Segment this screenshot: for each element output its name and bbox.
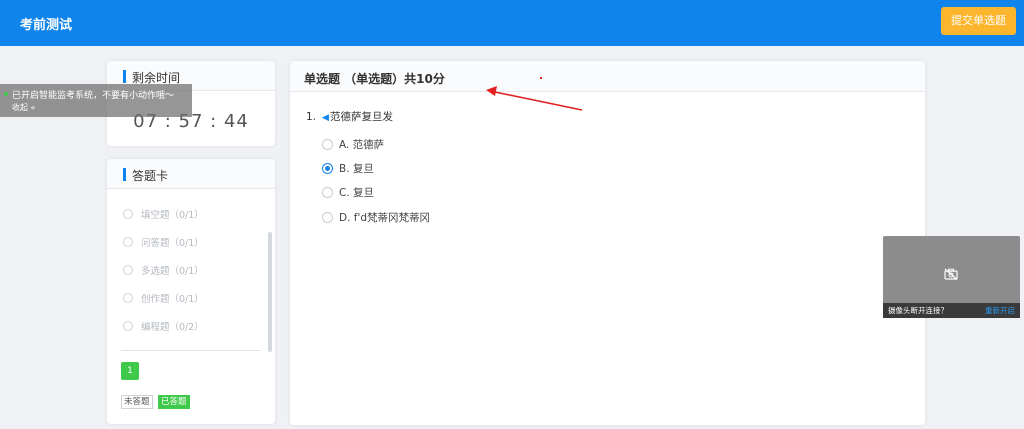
legend-unanswered: 未答题: [121, 395, 153, 409]
section-circle-icon: [123, 237, 133, 247]
radio-button[interactable]: [322, 212, 333, 223]
answer-card-header: 答题卡: [107, 159, 275, 189]
status-dot-icon: [4, 92, 8, 96]
answer-card-scrollbar[interactable]: [268, 232, 272, 352]
section-circle-icon: [123, 321, 133, 331]
section-item-programming[interactable]: 编程题（0/2）: [121, 319, 261, 347]
page-title: 考前测试: [20, 18, 73, 33]
section-item-fill-blank[interactable]: 填空题（0/1）: [121, 207, 261, 235]
question-text: 范德萨复旦发: [329, 111, 393, 123]
collapse-link[interactable]: 收起 «: [12, 102, 35, 113]
camera-restart-link[interactable]: 重新开启: [985, 305, 1015, 316]
option-label: C. 复旦: [339, 187, 375, 199]
radio-button[interactable]: [322, 187, 333, 198]
section-label: 问答题（0/1）: [141, 238, 204, 249]
answer-card-label: 答题卡: [132, 169, 169, 183]
section-circle-icon: [123, 265, 133, 275]
section-item-creative[interactable]: 创作题（0/1）: [121, 291, 261, 319]
monitor-message: 已开启智能监考系统，不要有小动作哦～: [12, 91, 175, 101]
annotation-dot: [540, 77, 542, 79]
section-list: 填空题（0/1） 问答题（0/1） 多选题（0/1） 创作题（0/1） 编程题（…: [121, 207, 261, 347]
top-bar: 考前测试 提交单选题: [0, 0, 1024, 46]
legend-answered: 已答题: [158, 395, 190, 409]
option-label: A. 范德萨: [339, 139, 385, 151]
radio-button-checked[interactable]: [322, 163, 333, 174]
card-divider: [121, 350, 261, 351]
section-label: 创作题（0/1）: [141, 294, 204, 305]
submit-single-choice-button[interactable]: 提交单选题: [941, 7, 1016, 35]
option-label: B. 复旦: [339, 163, 374, 175]
section-label: 多选题（0/1）: [141, 266, 204, 277]
camera-status-text: 摄像头断开连接？: [888, 306, 948, 315]
section-item-multiple-choice[interactable]: 多选题（0/1）: [121, 263, 261, 291]
section-circle-icon: [123, 209, 133, 219]
section-circle-icon: [123, 293, 133, 303]
monitor-toast: 已开启智能监考系统，不要有小动作哦～ 收起 «: [0, 84, 192, 117]
question-number: 1.: [306, 111, 317, 123]
camera-preview: 摄像头断开连接？ 重新开启: [883, 236, 1020, 318]
answer-card-panel: 答题卡 填空题（0/1） 问答题（0/1） 多选题（0/1） 创作题（0/1） …: [107, 159, 275, 424]
camera-status-bar: 摄像头断开连接？ 重新开启: [883, 303, 1020, 318]
question-number-button[interactable]: 1: [121, 362, 139, 380]
question-stem: 1. ◀范德萨复旦发: [306, 109, 393, 124]
radio-button[interactable]: [322, 139, 333, 150]
question-header: 单选题 （单选题）共10分: [290, 61, 925, 92]
speaker-icon[interactable]: ◀: [322, 113, 329, 123]
question-panel: 单选题 （单选题）共10分 1. ◀范德萨复旦发 A. 范德萨 B. 复旦 C. …: [290, 61, 925, 425]
section-label: 填空题（0/1）: [141, 210, 204, 221]
option-label: D. f'd梵蒂冈梵蒂冈: [339, 212, 431, 224]
red-annotation-arrow: [486, 86, 583, 111]
header-accent-bar: [123, 70, 126, 83]
header-accent-bar: [123, 168, 126, 181]
section-item-short-answer[interactable]: 问答题（0/1）: [121, 235, 261, 263]
camera-off-icon: [944, 268, 958, 280]
question-type-title: 单选题 （单选题）共10分: [304, 72, 445, 86]
section-label: 编程题（0/2）: [141, 322, 204, 333]
